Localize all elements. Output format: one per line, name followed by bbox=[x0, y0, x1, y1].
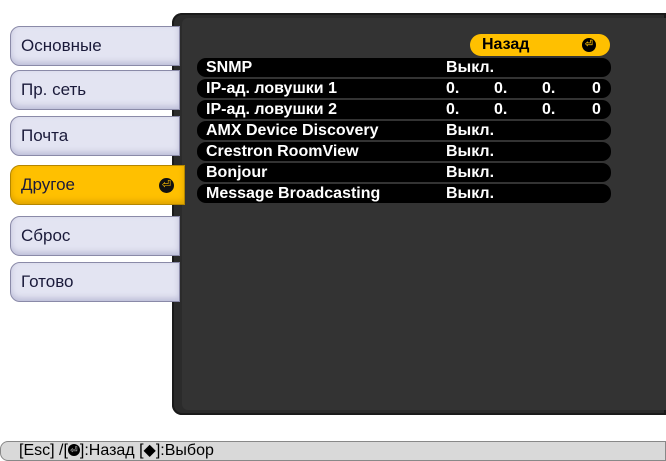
ip-octet-2: 0. bbox=[494, 101, 508, 118]
setting-label: Message Broadcasting bbox=[206, 185, 381, 202]
sidebar-item-label: Почта bbox=[21, 126, 69, 145]
setting-row-message-broadcasting[interactable]: Message Broadcasting Выкл. bbox=[197, 184, 611, 203]
sidebar-item-label: Другое bbox=[21, 175, 76, 194]
sidebar-item-label: Готово bbox=[21, 272, 74, 291]
sidebar-item-label: Сброс bbox=[21, 226, 71, 245]
back-button-label: Назад bbox=[482, 36, 530, 53]
ip-octet-4: 0 bbox=[592, 80, 601, 97]
ip-octet-2: 0. bbox=[494, 80, 508, 97]
enter-icon: ⏎ bbox=[159, 178, 174, 193]
setting-row-amx-device-discovery[interactable]: AMX Device Discovery Выкл. bbox=[197, 121, 611, 140]
setting-label: Bonjour bbox=[206, 164, 268, 181]
ip-octet-4: 0 bbox=[592, 101, 601, 118]
help-back-text: ]:Назад [ bbox=[79, 442, 144, 459]
projector-settings-screen: Основные Пр. сеть Почта Другое ⏎ Сброс Г… bbox=[0, 0, 666, 461]
ip-octet-1: 0. bbox=[446, 80, 460, 97]
ip-octet-3: 0. bbox=[542, 80, 556, 97]
sidebar-item-label: Основные bbox=[21, 36, 102, 55]
setting-row-snmp[interactable]: SNMP Выкл. bbox=[197, 58, 611, 77]
setting-row-bonjour[interactable]: Bonjour Выкл. bbox=[197, 163, 611, 182]
setting-value: Выкл. bbox=[446, 122, 495, 139]
sidebar-item-reset[interactable]: Сброс bbox=[10, 216, 180, 256]
setting-row-trap-ip-2[interactable]: IP-ад. ловушки 2 0. 0. 0. 0 bbox=[197, 100, 611, 119]
ip-octet-1: 0. bbox=[446, 101, 460, 118]
setting-label: IP-ад. ловушки 1 bbox=[206, 80, 337, 97]
setting-label: SNMP bbox=[206, 59, 253, 76]
enter-icon: ⏎ bbox=[582, 38, 596, 52]
sidebar-item-wired-network[interactable]: Пр. сеть bbox=[10, 70, 180, 110]
setting-value: Выкл. bbox=[446, 59, 495, 76]
enter-icon: ⏎ bbox=[67, 443, 80, 456]
settings-list: SNMP Выкл. IP-ад. ловушки 1 0. 0. 0. 0 I… bbox=[197, 58, 611, 205]
setting-row-trap-ip-1[interactable]: IP-ад. ловушки 1 0. 0. 0. 0 bbox=[197, 79, 611, 98]
sidebar-item-basic[interactable]: Основные bbox=[10, 26, 180, 66]
sidebar-item-other[interactable]: Другое ⏎ bbox=[10, 165, 185, 205]
ip-octet-3: 0. bbox=[542, 101, 556, 118]
setting-row-crestron-roomview[interactable]: Crestron RoomView Выкл. bbox=[197, 142, 611, 161]
help-select-text: ]:Выбор bbox=[155, 442, 214, 459]
help-bar: [Esc] /[⏎]:Назад [◆]:Выбор bbox=[0, 441, 666, 461]
sidebar-item-mail[interactable]: Почта bbox=[10, 116, 180, 156]
setting-label: Crestron RoomView bbox=[206, 143, 359, 160]
setting-label: AMX Device Discovery bbox=[206, 122, 379, 139]
back-button[interactable]: Назад ⏎ bbox=[470, 34, 610, 56]
help-esc-text: [Esc] /[ bbox=[19, 442, 68, 459]
up-down-arrows-icon: ◆ bbox=[143, 442, 156, 459]
setting-label: IP-ад. ловушки 2 bbox=[206, 101, 337, 118]
sidebar-item-label: Пр. сеть bbox=[21, 80, 87, 99]
sidebar-item-done[interactable]: Готово bbox=[10, 262, 180, 302]
setting-value: Выкл. bbox=[446, 185, 495, 202]
setting-value: Выкл. bbox=[446, 164, 495, 181]
setting-value: Выкл. bbox=[446, 143, 495, 160]
